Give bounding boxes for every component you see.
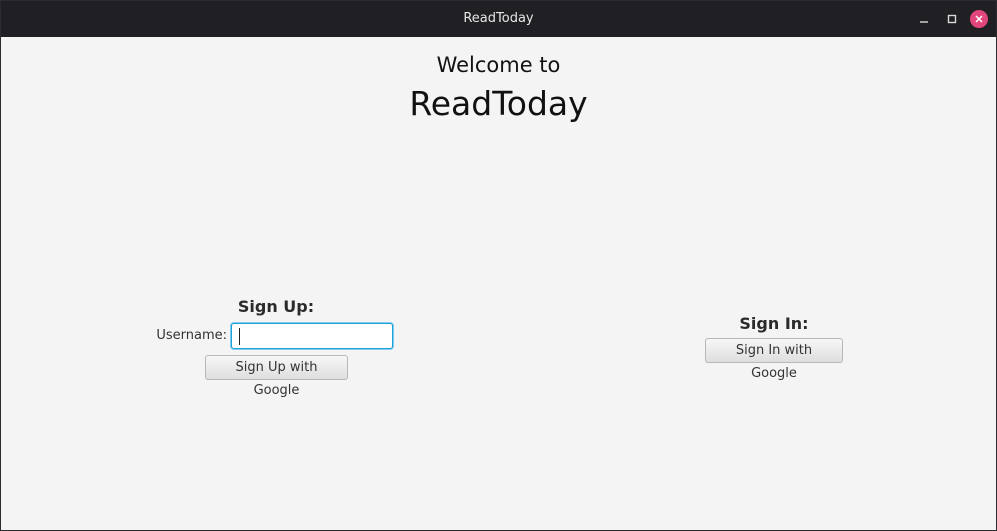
minimize-button[interactable]: [915, 10, 933, 28]
sign-up-with-google-button[interactable]: Sign Up with Google: [205, 355, 348, 398]
close-button[interactable]: [970, 10, 988, 28]
app-name-heading: ReadToday: [409, 84, 588, 123]
maximize-button[interactable]: [943, 10, 961, 28]
username-input[interactable]: [231, 323, 393, 349]
maximize-icon: [947, 14, 957, 24]
close-icon: [975, 15, 983, 23]
signup-title: Sign Up:: [237, 297, 315, 316]
window-title: ReadToday: [463, 11, 534, 26]
username-label: Username:: [156, 328, 227, 343]
title-bar[interactable]: ReadToday: [1, 1, 996, 37]
sign-in-with-google-button[interactable]: Sign In with Google: [705, 338, 843, 381]
text-caret: [239, 328, 240, 345]
signin-title: Sign In:: [739, 314, 809, 333]
minimize-icon: [920, 21, 928, 23]
main-content: Welcome to ReadToday Sign Up: Username: …: [1, 37, 996, 530]
welcome-text: Welcome to: [436, 53, 561, 77]
app-window: ReadToday Welcome to ReadToday Sign Up: …: [0, 0, 997, 531]
